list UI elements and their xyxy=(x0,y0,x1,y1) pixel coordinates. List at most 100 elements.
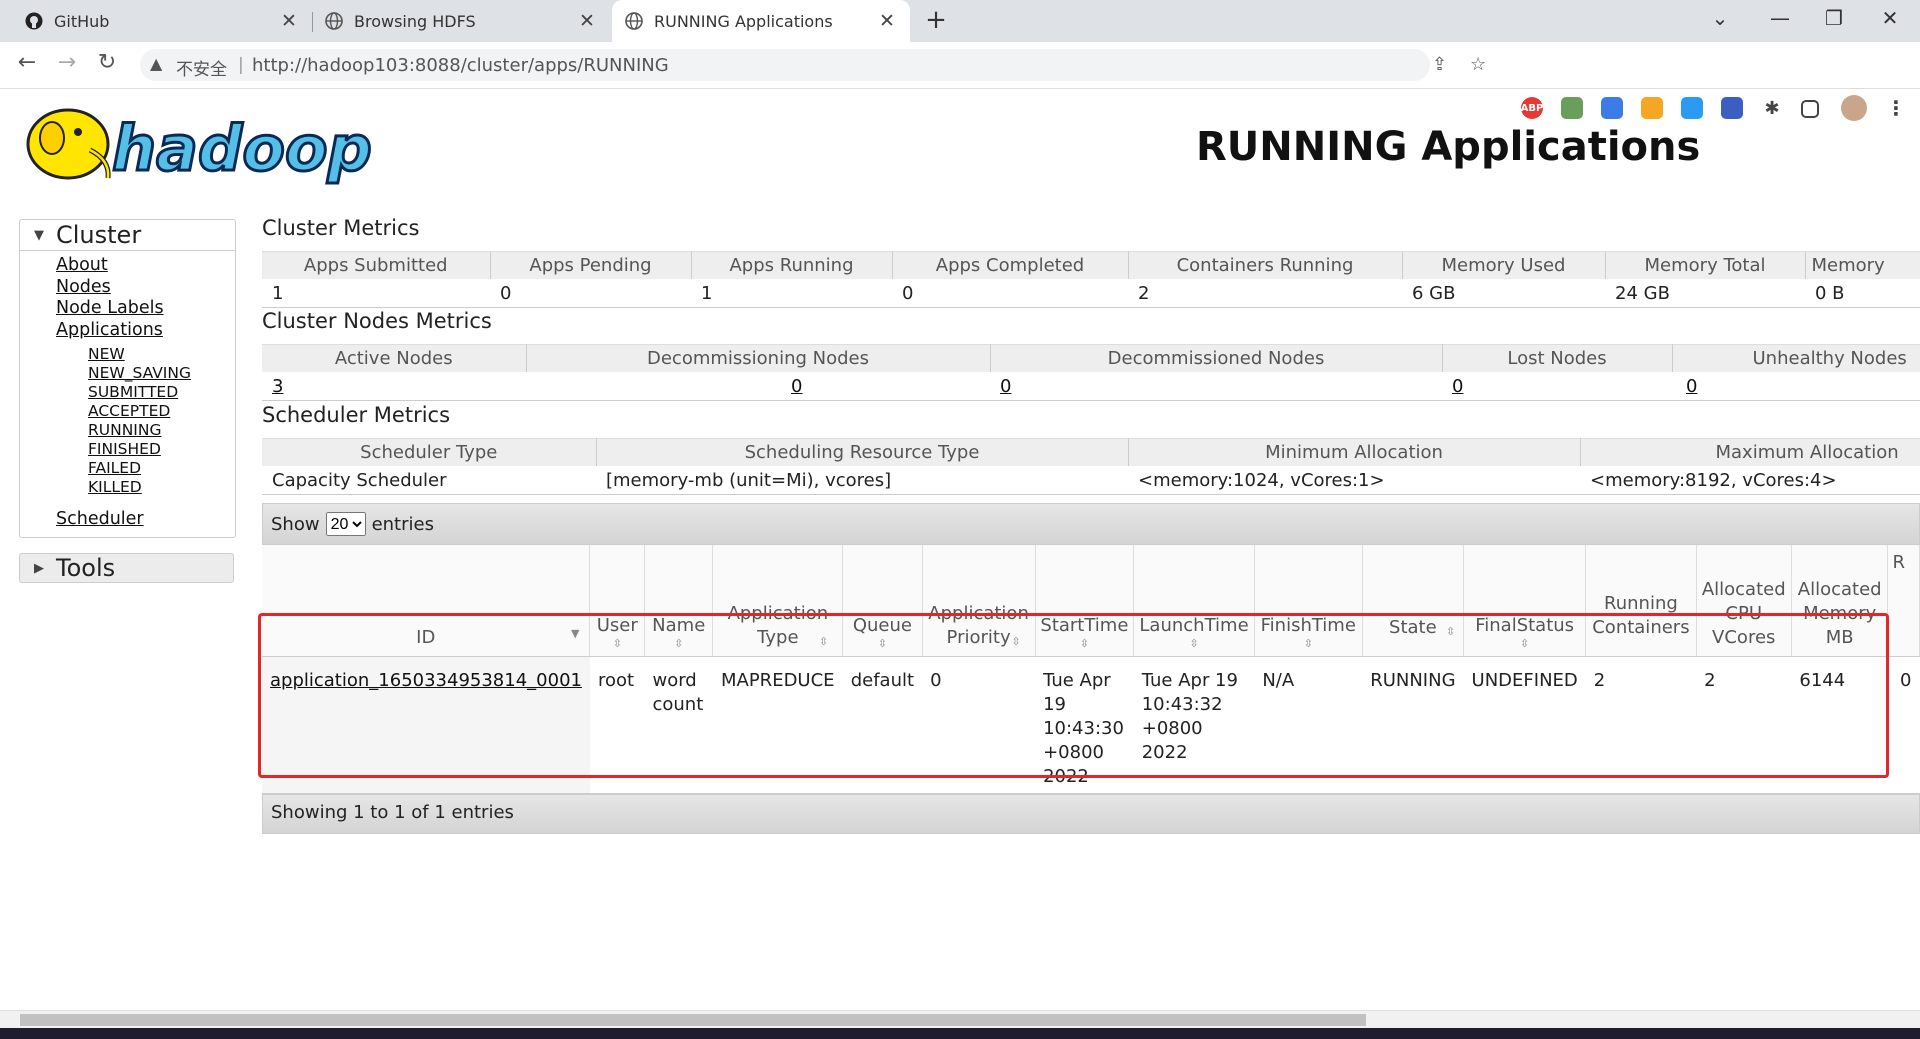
nav-link-applications[interactable]: Applications xyxy=(56,320,163,340)
tools-label: Tools xyxy=(56,554,116,582)
minimize-icon[interactable]: — xyxy=(1760,6,1800,30)
tab-browsing-hdfs[interactable]: Browsing HDFS ✕ xyxy=(312,0,610,42)
adblock-icon[interactable]: ABP xyxy=(1521,97,1543,119)
cluster-metrics-table: Apps Submitted Apps Pending Apps Running… xyxy=(262,251,1920,308)
page-title: RUNNING Applications xyxy=(1196,124,1701,170)
nav-link-scheduler[interactable]: Scheduler xyxy=(56,509,144,529)
truncated-cell: 0 xyxy=(1887,656,1920,794)
column-header: Memory xyxy=(1805,251,1920,279)
nodes-metrics-table: Active Nodes Decommissioning Nodes Decom… xyxy=(262,344,1920,401)
cluster-metrics-title: Cluster Metrics xyxy=(262,216,420,240)
scheduler-metrics-title: Scheduler Metrics xyxy=(262,403,451,427)
browser-toolbar: ← → ↻ ▲ 不安全 | http://hadoop103:8088/clus… xyxy=(0,42,1920,121)
nav-link-new[interactable]: NEW xyxy=(88,345,125,363)
tab-github[interactable]: GitHub ✕ xyxy=(0,0,312,42)
metric-value: 0 xyxy=(892,279,1128,308)
warning-icon[interactable]: ▲ xyxy=(150,54,162,73)
close-window-icon[interactable]: ✕ xyxy=(1870,6,1910,30)
extension-blue-icon[interactable] xyxy=(1681,97,1703,119)
menu-icon[interactable]: ⋮ xyxy=(1885,96,1907,120)
minimum-allocation-value: <memory:1024, vCores:1> xyxy=(1128,466,1580,495)
tab-title: RUNNING Applications xyxy=(654,11,833,31)
bookmark-star-icon[interactable]: ☆ xyxy=(1470,54,1486,75)
active-nodes-link[interactable]: 3 xyxy=(272,376,283,397)
decommissioned-nodes-link[interactable]: 0 xyxy=(1000,376,1011,397)
nav-link-running[interactable]: RUNNING xyxy=(88,421,161,439)
column-header: Apps Completed xyxy=(892,251,1129,279)
tab-running-applications[interactable]: RUNNING Applications ✕ xyxy=(612,0,910,42)
column-header: Apps Running xyxy=(691,251,893,279)
table-info: Showing 1 to 1 of 1 entries xyxy=(262,794,1920,834)
address-bar[interactable]: ▲ 不安全 | http://hadoop103:8088/cluster/ap… xyxy=(140,49,1486,81)
horizontal-scrollbar[interactable] xyxy=(0,1010,1920,1029)
share-icon[interactable]: ⇪ xyxy=(1432,54,1447,75)
reload-icon[interactable]: ↻ xyxy=(92,50,122,75)
column-header: Minimum Allocation xyxy=(1128,438,1581,466)
nav-link-killed[interactable]: KILLED xyxy=(88,478,142,496)
extensions-puzzle-icon[interactable]: ✱ xyxy=(1761,97,1783,119)
tab-search-icon[interactable]: ⌄ xyxy=(1700,6,1740,30)
close-tab-icon[interactable]: ✕ xyxy=(278,10,300,32)
globe-icon xyxy=(624,11,644,31)
scheduling-resource-type-value: [memory-mb (unit=Mi), vcores] xyxy=(596,466,1128,495)
nav-link-node-labels[interactable]: Node Labels xyxy=(56,298,164,318)
scrollbar-thumb[interactable] xyxy=(20,1014,1366,1026)
restore-icon[interactable]: ❐ xyxy=(1814,6,1854,30)
metric-value: 24 GB xyxy=(1605,279,1805,308)
js-extension-icon[interactable] xyxy=(1561,97,1583,119)
close-tab-icon[interactable]: ✕ xyxy=(576,10,598,32)
column-header: Memory Used xyxy=(1402,251,1606,279)
metric-value: 6 GB xyxy=(1402,279,1605,308)
globe-icon xyxy=(324,11,344,31)
tab-title: GitHub xyxy=(54,11,110,31)
metric-value: 1 xyxy=(691,279,892,308)
column-header: Lost Nodes xyxy=(1442,344,1673,372)
column-header: Decommissioning Nodes xyxy=(526,344,991,372)
lost-nodes-link[interactable]: 0 xyxy=(1452,376,1463,397)
nav-link-failed[interactable]: FAILED xyxy=(88,459,141,477)
expanded-triangle-icon: ▼ xyxy=(34,227,44,243)
url-text[interactable]: http://hadoop103:8088/cluster/apps/RUNNI… xyxy=(252,55,669,76)
new-tab-button[interactable]: + xyxy=(921,5,951,35)
nav-link-about[interactable]: About xyxy=(56,255,108,275)
column-header: Memory Total xyxy=(1605,251,1806,279)
column-header: Active Nodes xyxy=(262,344,527,372)
metric-value: 2 xyxy=(1128,279,1402,308)
show-label: Show xyxy=(271,513,320,535)
cluster-label: Cluster xyxy=(56,221,142,249)
forward-icon[interactable]: → xyxy=(52,50,82,75)
browser-tab-bar: GitHub ✕ Browsing HDFS ✕ RUNNING Applica… xyxy=(0,0,1920,42)
column-header: Scheduler Type xyxy=(262,438,597,466)
save-extension-icon[interactable] xyxy=(1721,97,1743,119)
column-header: Apps Submitted xyxy=(262,251,491,279)
security-label[interactable]: 不安全 xyxy=(176,55,227,80)
profile-avatar[interactable] xyxy=(1841,95,1867,121)
nav-link-new-saving[interactable]: NEW_SAVING xyxy=(88,364,191,382)
close-tab-icon[interactable]: ✕ xyxy=(876,10,898,32)
extension-orange-icon[interactable] xyxy=(1641,97,1663,119)
column-header: Containers Running xyxy=(1128,251,1403,279)
metric-value: 1 xyxy=(262,279,490,308)
taskbar-strip xyxy=(0,1028,1920,1039)
cluster-section-header[interactable]: ▼ Cluster xyxy=(20,220,235,251)
unhealthy-nodes-link[interactable]: 0 xyxy=(1686,376,1697,397)
cluster-nav: ▼ Cluster About Nodes Node Labels Applic… xyxy=(19,219,236,538)
highlight-annotation-box xyxy=(258,613,1889,778)
metric-value: 0 B xyxy=(1805,279,1920,308)
translate-icon[interactable] xyxy=(1601,97,1623,119)
entries-per-page-select[interactable]: 20 xyxy=(325,512,366,536)
back-icon[interactable]: ← xyxy=(12,50,42,75)
nav-link-submitted[interactable]: SUBMITTED xyxy=(88,383,178,401)
entries-label: entries xyxy=(371,513,434,535)
column-header-truncated[interactable]: R xyxy=(1887,545,1920,657)
decommissioning-nodes-link[interactable]: 0 xyxy=(791,376,802,397)
nav-link-finished[interactable]: FINISHED xyxy=(88,440,161,458)
nav-link-accepted[interactable]: ACCEPTED xyxy=(88,402,170,420)
maximum-allocation-value: <memory:8192, vCores:4> xyxy=(1580,466,1920,495)
side-panel-icon[interactable] xyxy=(1801,100,1819,118)
column-header: Scheduling Resource Type xyxy=(596,438,1129,466)
nav-link-nodes[interactable]: Nodes xyxy=(56,277,111,297)
scheduler-metrics-table: Scheduler Type Scheduling Resource Type … xyxy=(262,438,1920,495)
tools-section-header[interactable]: ▶ Tools xyxy=(19,553,234,583)
nodes-metrics-title: Cluster Nodes Metrics xyxy=(262,309,492,333)
